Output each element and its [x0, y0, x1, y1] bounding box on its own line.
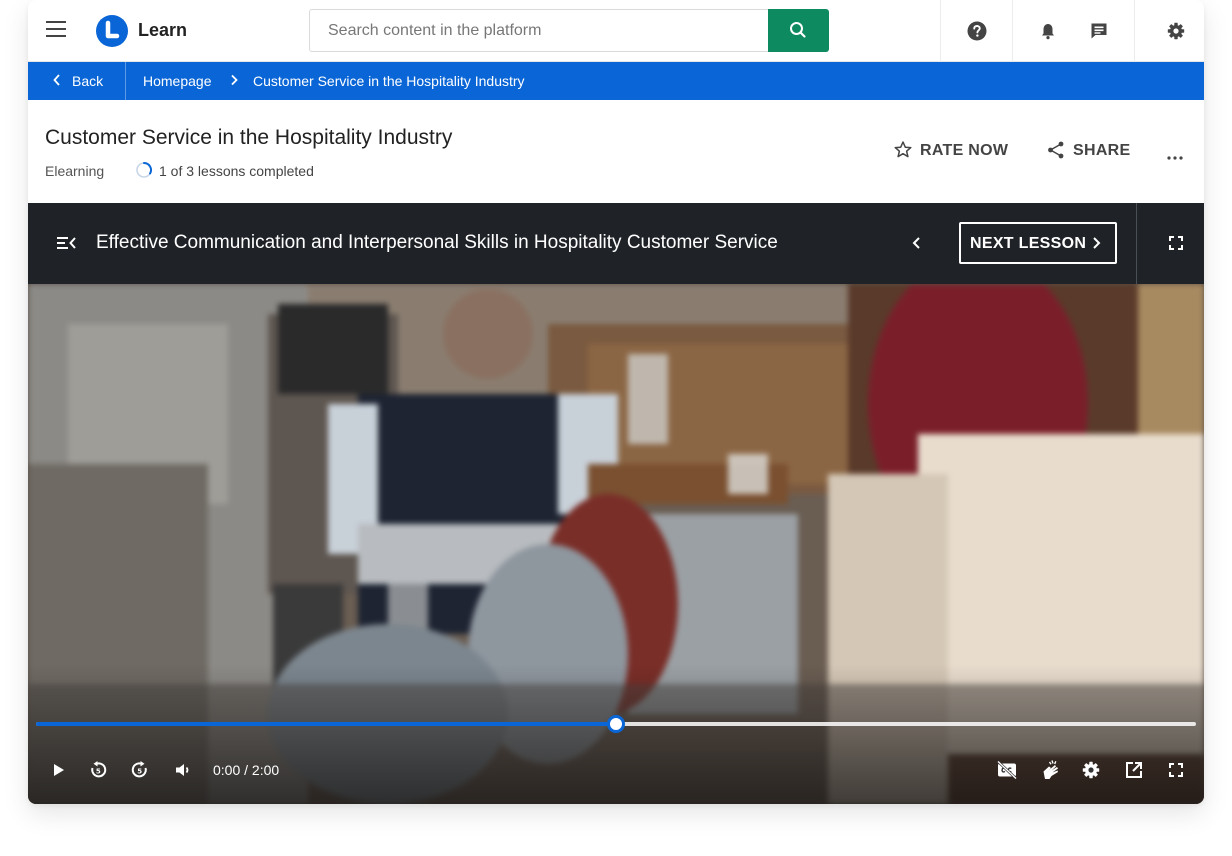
chevron-right-icon [229, 72, 239, 91]
chevron-right-icon [1093, 237, 1101, 249]
rate-now-label: RATE NOW [920, 142, 1009, 159]
video-player[interactable]: 5 5 0:00 / 2:00 [28, 284, 1204, 804]
fullscreen-icon[interactable] [1166, 233, 1186, 253]
divider [125, 62, 126, 100]
seek-handle[interactable] [607, 715, 625, 733]
lesson-title: Effective Communication and Interpersona… [96, 232, 778, 253]
divider [940, 0, 941, 62]
player-header: Effective Communication and Interpersona… [28, 203, 1204, 284]
star-icon [894, 141, 912, 158]
share-icon [1048, 141, 1064, 159]
volume-icon[interactable] [171, 758, 195, 782]
bell-icon[interactable] [1036, 19, 1060, 43]
breadcrumb-item-current: Customer Service in the Hospitality Indu… [253, 73, 525, 89]
seek-bar[interactable] [36, 715, 1196, 733]
chevron-left-icon [53, 74, 60, 86]
search-input[interactable] [309, 9, 769, 52]
more-options-icon[interactable] [1166, 148, 1184, 166]
gear-icon[interactable] [1164, 19, 1188, 43]
lesson-list-icon[interactable] [56, 233, 78, 253]
page-title: Customer Service in the Hospitality Indu… [45, 126, 453, 149]
chevron-left-icon [912, 237, 920, 249]
captions-off-icon[interactable] [995, 758, 1019, 782]
settings-icon[interactable] [1079, 758, 1103, 782]
top-bar: Learn [28, 0, 1204, 62]
next-lesson-button[interactable]: NEXT LESSON [959, 222, 1117, 264]
app-window: Learn Search content in the platform Bac… [28, 0, 1204, 804]
divider [1012, 0, 1013, 62]
rate-now-button[interactable]: RATE NOW [893, 141, 1009, 160]
app-name: Learn [138, 20, 188, 40]
controls-overlay [28, 664, 1204, 804]
play-icon[interactable] [46, 758, 70, 782]
breadcrumb-item-homepage[interactable]: Homepage [143, 73, 212, 89]
search-icon [790, 22, 806, 38]
progress-ring [135, 161, 153, 179]
menu-icon[interactable] [46, 21, 66, 41]
progress-text: 1 of 3 lessons completed [159, 163, 314, 179]
share-button[interactable]: SHARE [1046, 141, 1131, 160]
previous-lesson-button[interactable] [906, 231, 928, 255]
app-logo[interactable] [96, 15, 128, 47]
breadcrumb: Back Homepage Customer Service in the Ho… [28, 62, 1204, 100]
time-display: 0:00 / 2:00 [213, 762, 280, 778]
next-lesson-label: NEXT LESSON [970, 235, 1087, 252]
back-label: Back [72, 73, 104, 89]
course-type: Elearning [45, 163, 105, 179]
search-button[interactable] [768, 9, 829, 52]
fullscreen-icon[interactable] [1164, 758, 1188, 782]
chat-icon[interactable] [1087, 19, 1111, 43]
back-link[interactable]: Back [52, 73, 103, 89]
rewind-icon[interactable]: 5 [86, 758, 110, 782]
divider [1136, 203, 1137, 284]
sign-language-icon[interactable] [1039, 758, 1063, 782]
seek-bar-progress [36, 722, 616, 726]
popout-icon[interactable] [1122, 758, 1146, 782]
divider [1134, 0, 1135, 62]
forward-icon[interactable]: 5 [128, 758, 152, 782]
svg-text:5: 5 [137, 768, 142, 776]
share-label: SHARE [1073, 142, 1131, 159]
svg-text:5: 5 [96, 768, 101, 776]
help-icon[interactable] [965, 19, 989, 43]
